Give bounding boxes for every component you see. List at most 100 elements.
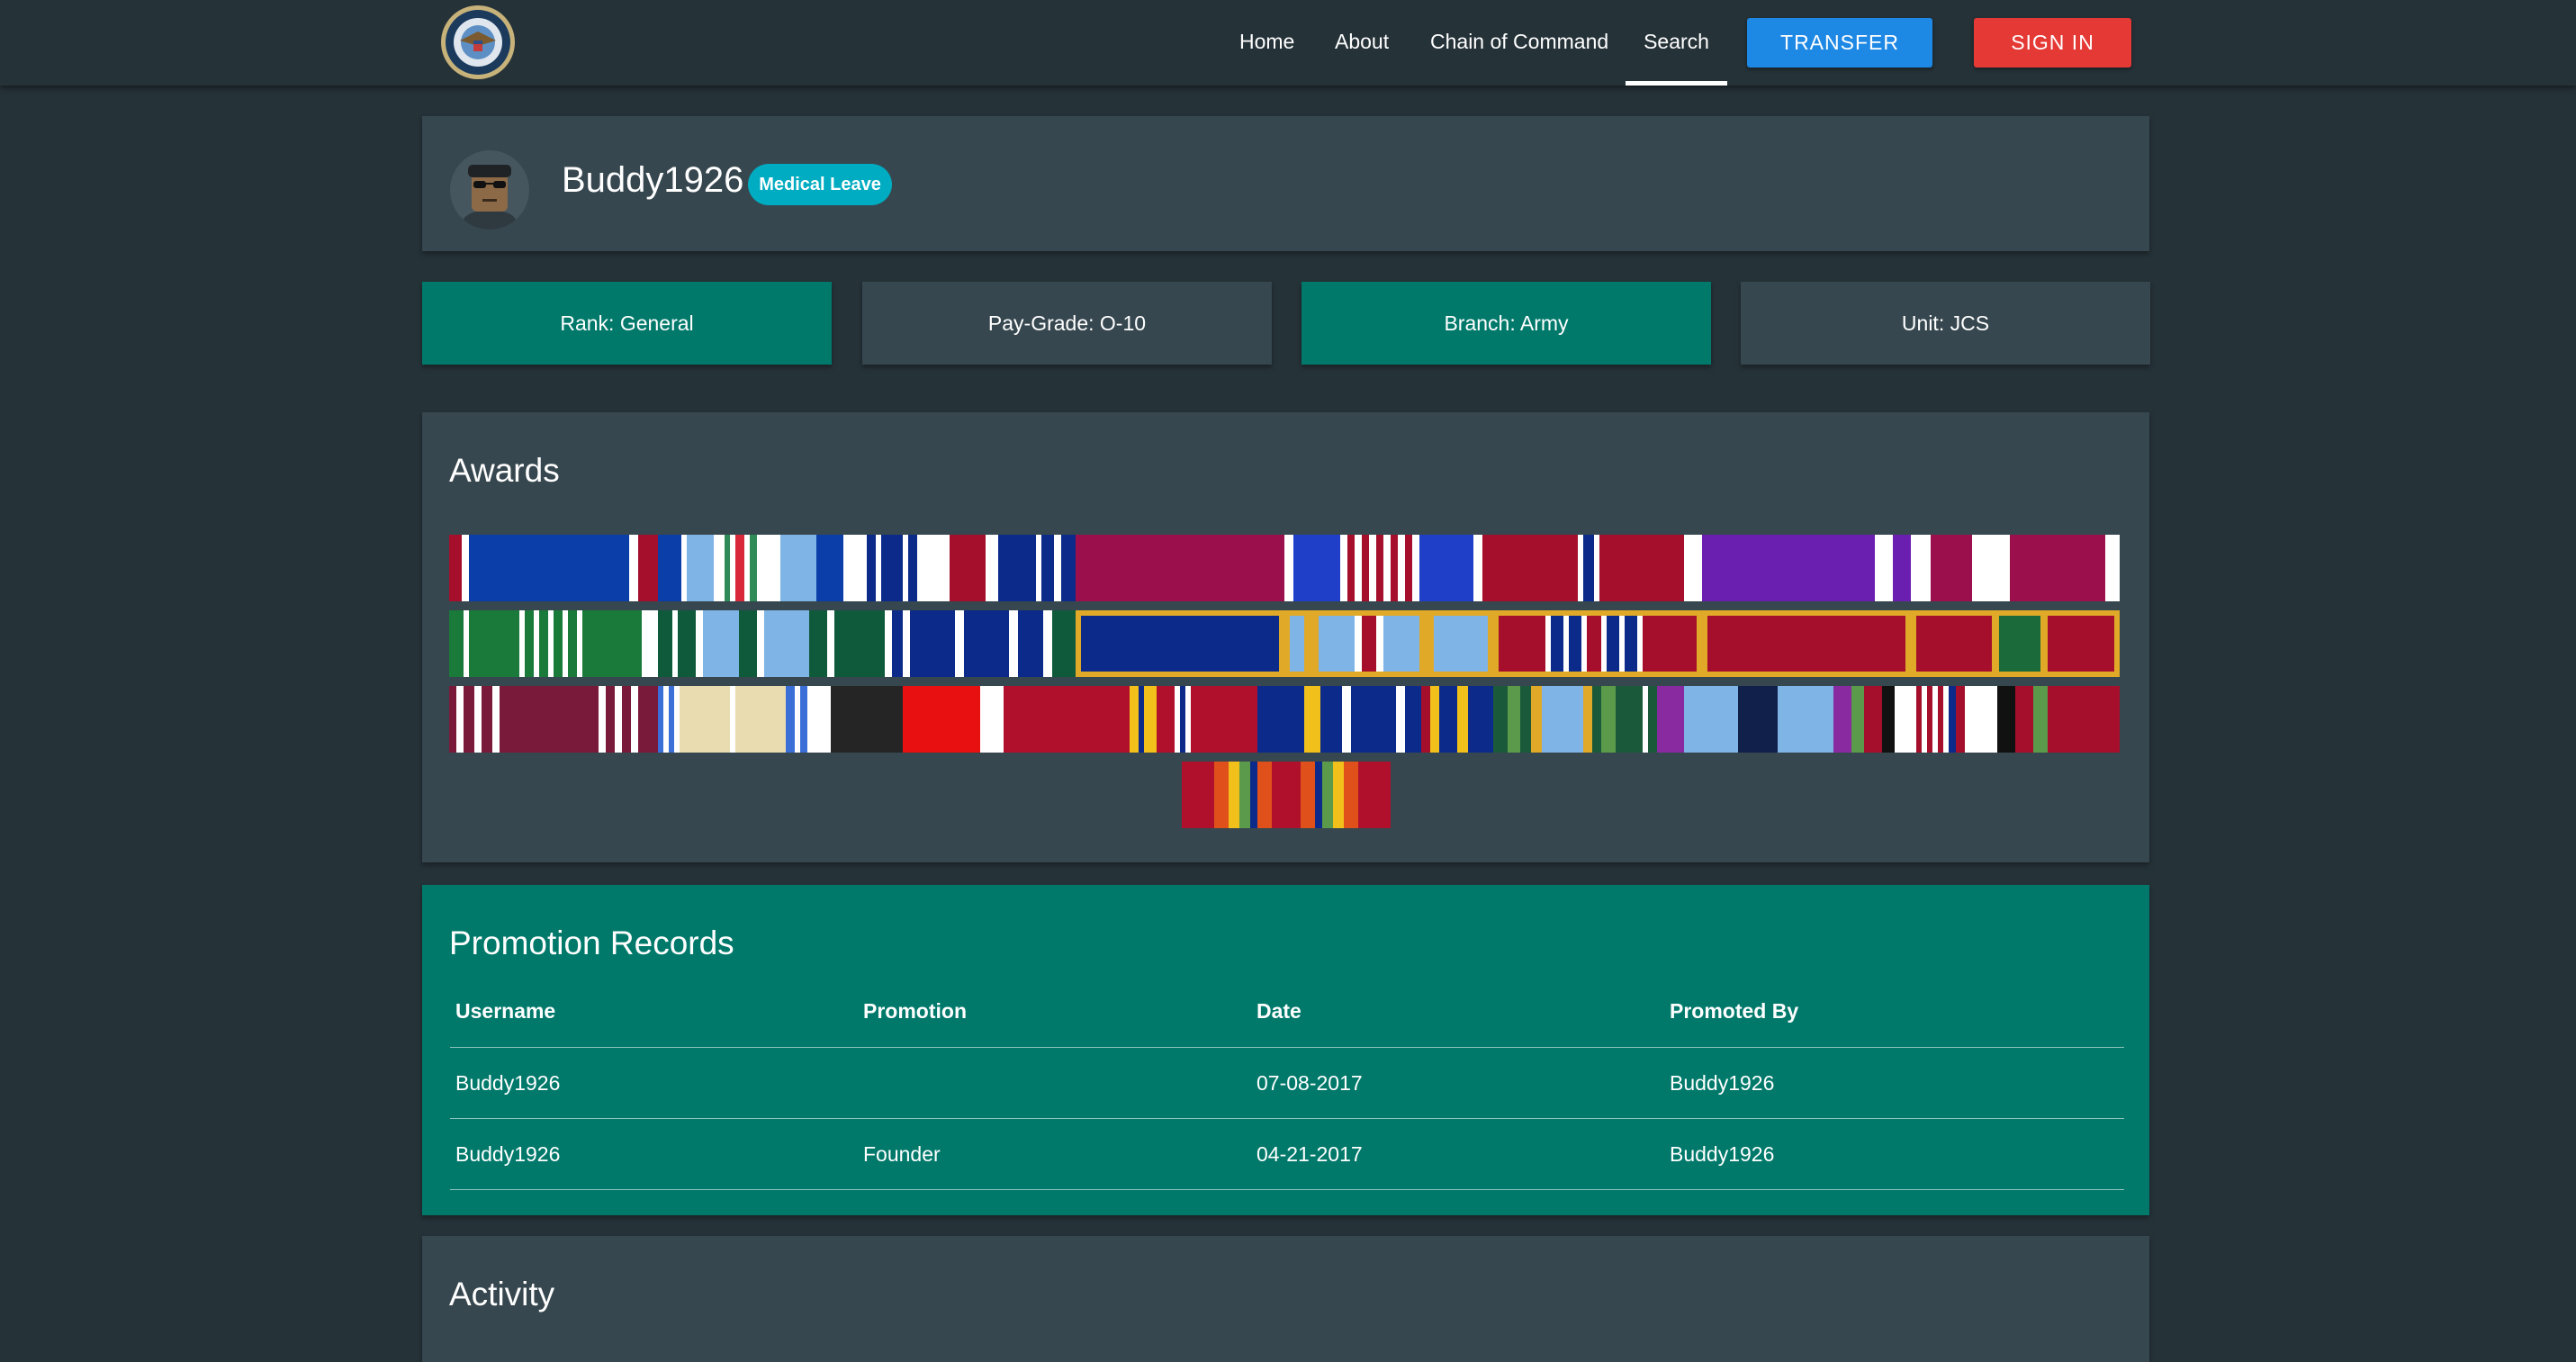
ribbon-stripe bbox=[2010, 535, 2105, 601]
ribbon-award[interactable] bbox=[1702, 610, 1911, 677]
ribbon-award[interactable] bbox=[867, 610, 1076, 677]
promotion-records-title: Promotion Records bbox=[449, 925, 734, 961]
ribbon-stripe bbox=[658, 610, 672, 677]
ribbon-stripe bbox=[1239, 762, 1250, 828]
ribbon-stripe bbox=[1376, 535, 1383, 601]
profile-username: Buddy1926 bbox=[562, 160, 744, 200]
ribbon-award[interactable] bbox=[867, 535, 1076, 601]
column-header-promoted-by: Promoted By bbox=[1670, 998, 1799, 1023]
ribbon-stripe bbox=[831, 686, 867, 753]
ribbon-award[interactable] bbox=[449, 610, 658, 677]
ribbon-award[interactable] bbox=[1076, 610, 1284, 677]
ribbon-stripe bbox=[1778, 686, 1833, 753]
ribbon-stripe bbox=[1284, 535, 1293, 601]
ribbon-stripe bbox=[1130, 686, 1139, 753]
ribbon-stripe bbox=[492, 686, 500, 753]
ribbon-award[interactable] bbox=[1702, 535, 1911, 601]
ribbon-award[interactable] bbox=[867, 686, 1076, 753]
unit-card: Unit: JCS bbox=[1741, 282, 2150, 365]
ribbon-stripe bbox=[469, 535, 629, 601]
ribbon-stripe bbox=[980, 686, 1004, 753]
rank-card: Rank: General bbox=[422, 282, 832, 365]
ribbon-stripe bbox=[1493, 535, 1578, 601]
ribbon-stripe bbox=[1214, 762, 1229, 828]
ribbon-award[interactable] bbox=[658, 686, 867, 753]
ribbon-award[interactable] bbox=[1493, 686, 1702, 753]
ribbon-stripe bbox=[1412, 535, 1419, 601]
ribbon-stripe bbox=[642, 610, 658, 677]
ribbon-stripe bbox=[606, 686, 615, 753]
ribbon-stripe bbox=[809, 610, 827, 677]
ribbon-award[interactable] bbox=[1493, 535, 1702, 601]
transfer-button[interactable]: TRANSFER bbox=[1747, 18, 1932, 68]
column-header-promotion: Promotion bbox=[863, 998, 967, 1023]
ribbon-stripe bbox=[1702, 686, 1738, 753]
cell-date: 04-21-2017 bbox=[1251, 1118, 1664, 1190]
table-row: Buddy1926 07-08-2017 Buddy1926 bbox=[450, 1047, 2124, 1119]
ribbon-award[interactable] bbox=[658, 535, 867, 601]
ribbon-award[interactable] bbox=[1182, 762, 1391, 828]
avatar[interactable] bbox=[450, 150, 529, 230]
nav-home-link[interactable]: Home bbox=[1239, 0, 1294, 86]
nav-chain-of-command-link[interactable]: Chain of Command bbox=[1430, 0, 1608, 86]
nav-search-link[interactable]: Search bbox=[1626, 0, 1727, 86]
table-header-row: Username Promotion Date Promoted By bbox=[450, 975, 2124, 1048]
ribbon-stripe bbox=[500, 686, 599, 753]
ribbon-stripe bbox=[1340, 535, 1347, 601]
ribbon-stripe bbox=[910, 610, 955, 677]
ribbon-stripe bbox=[1419, 616, 1434, 672]
cell-promoted-by[interactable]: Buddy1926 bbox=[1664, 1118, 2124, 1190]
cell-username[interactable]: Buddy1926 bbox=[450, 1047, 858, 1119]
nav-about-link[interactable]: About bbox=[1335, 0, 1389, 86]
ribbon-stripe bbox=[1851, 686, 1864, 753]
ribbon-award[interactable] bbox=[1702, 686, 1911, 753]
cell-username[interactable]: Buddy1926 bbox=[450, 1118, 858, 1190]
ribbon-award[interactable] bbox=[449, 535, 658, 601]
ribbon-stripe bbox=[2033, 686, 2048, 753]
ribbon-award[interactable] bbox=[449, 686, 658, 753]
ribbon-award[interactable] bbox=[1493, 610, 1702, 677]
ribbon-award[interactable] bbox=[1076, 686, 1284, 753]
ribbon-stripe bbox=[1250, 762, 1257, 828]
ribbon-award[interactable] bbox=[1911, 686, 2120, 753]
ribbon-stripe bbox=[1997, 686, 2015, 753]
ribbon-stripe bbox=[885, 610, 892, 677]
ribbon-stripe bbox=[1081, 616, 1279, 672]
ribbon-stripe bbox=[807, 686, 831, 753]
ribbon-stripe bbox=[1657, 686, 1684, 753]
ribbon-award[interactable] bbox=[1284, 535, 1493, 601]
ribbon-stripe bbox=[739, 610, 757, 677]
ribbon-stripe bbox=[892, 610, 903, 677]
ribbon-award[interactable] bbox=[1284, 686, 1493, 753]
ribbon-stripe bbox=[1895, 686, 1911, 753]
activity-card bbox=[422, 1236, 2149, 1362]
ribbon-stripe bbox=[2040, 616, 2048, 672]
ribbon-stripe bbox=[757, 610, 764, 677]
dod-seal-logo[interactable] bbox=[440, 5, 516, 80]
ribbon-award[interactable] bbox=[1911, 535, 2120, 601]
ribbon-stripe bbox=[1434, 616, 1488, 672]
ribbon-stripe bbox=[554, 610, 563, 677]
ribbon-stripe bbox=[582, 610, 642, 677]
ribbon-award[interactable] bbox=[1911, 610, 2120, 677]
ribbon-stripe bbox=[1355, 616, 1362, 672]
ribbon-stripe bbox=[539, 610, 548, 677]
ribbon-award[interactable] bbox=[1076, 535, 1284, 601]
sign-in-button[interactable]: SIGN IN bbox=[1974, 18, 2131, 68]
ribbon-stripe bbox=[462, 535, 469, 601]
ribbon-stripe bbox=[1398, 535, 1405, 601]
cell-promotion: Founder bbox=[858, 1118, 1251, 1190]
column-header-username: Username bbox=[455, 998, 556, 1023]
ribbon-award[interactable] bbox=[658, 610, 867, 677]
ribbon-stripe bbox=[1916, 616, 1992, 672]
cell-promoted-by[interactable]: Buddy1926 bbox=[1664, 1047, 2124, 1119]
ribbon-award[interactable] bbox=[1284, 610, 1493, 677]
ribbon-stripe bbox=[1551, 616, 1563, 672]
ribbon-stripe bbox=[1157, 686, 1175, 753]
ribbon-stripe bbox=[903, 610, 910, 677]
ribbon-stripe bbox=[1391, 535, 1398, 601]
top-navbar: Home About Chain of Command Search TRANS… bbox=[0, 0, 2576, 86]
ribbon-stripe bbox=[1290, 616, 1304, 672]
ribbon-stripe bbox=[750, 535, 757, 601]
ribbon-stripe bbox=[986, 535, 998, 601]
